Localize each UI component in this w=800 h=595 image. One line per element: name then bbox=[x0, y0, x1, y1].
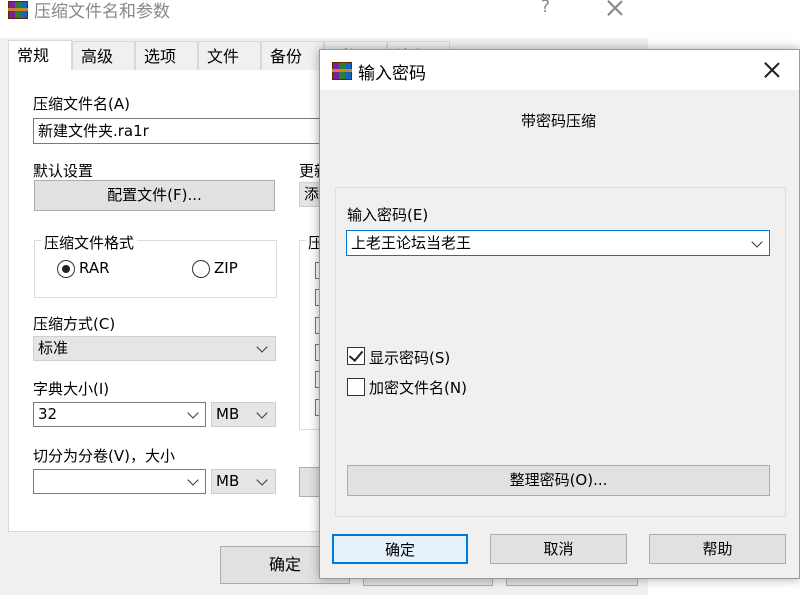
password-label: 输入密码(E) bbox=[347, 206, 429, 224]
password-value: 上老王论坛当老王 bbox=[351, 234, 472, 252]
chevron-down-icon bbox=[751, 236, 763, 248]
compression-method-label: 压缩方式(C) bbox=[33, 315, 116, 333]
chevron-down-icon bbox=[256, 474, 268, 486]
split-unit-value: MB bbox=[216, 472, 240, 490]
chevron-down-icon bbox=[256, 341, 268, 353]
split-size-input[interactable] bbox=[33, 469, 206, 494]
dialog-ok-button[interactable]: 确定 bbox=[332, 534, 468, 564]
dictionary-size-label: 字典大小(I) bbox=[33, 380, 110, 398]
tab-advanced[interactable]: 高级 bbox=[72, 41, 135, 71]
rar-label: RAR bbox=[79, 259, 110, 277]
close-icon[interactable] bbox=[607, 0, 623, 16]
password-input[interactable]: 上老王论坛当老王 bbox=[346, 230, 770, 256]
archive-format-label: 压缩文件格式 bbox=[41, 232, 138, 253]
tab-general[interactable]: 常规 bbox=[8, 40, 72, 71]
chevron-down-icon bbox=[187, 474, 199, 486]
zip-label: ZIP bbox=[214, 259, 238, 277]
rar-radio[interactable] bbox=[57, 260, 75, 278]
show-password-label: 显示密码(S) bbox=[369, 349, 451, 367]
checkmark-icon bbox=[348, 346, 364, 363]
encrypt-filenames-label: 加密文件名(N) bbox=[369, 379, 467, 397]
show-password-checkbox[interactable] bbox=[347, 346, 365, 365]
compression-method-select[interactable]: 标准 bbox=[33, 336, 276, 361]
dictionary-unit-select[interactable]: MB bbox=[211, 402, 276, 427]
winrar-icon bbox=[332, 62, 352, 80]
split-unit-select[interactable]: MB bbox=[211, 469, 276, 494]
organize-passwords-button[interactable]: 整理密码(O)... bbox=[347, 465, 770, 496]
password-dialog: 输入密码 带密码压缩 输入密码(E) 上老王论坛当老王 显示密码(S) 加密文件… bbox=[319, 49, 800, 579]
zip-radio[interactable] bbox=[192, 260, 210, 278]
close-icon[interactable] bbox=[764, 62, 780, 78]
dialog-title-bar: 输入密码 bbox=[320, 50, 799, 90]
encrypt-filenames-checkbox[interactable] bbox=[347, 378, 365, 396]
window-title: 压缩文件名和参数 bbox=[34, 2, 170, 22]
dictionary-size-select[interactable]: 32 bbox=[33, 402, 206, 427]
winrar-icon bbox=[8, 1, 28, 19]
title-bar: 压缩文件名和参数 ? bbox=[0, 0, 648, 38]
split-volumes-label: 切分为分卷(V)，大小 bbox=[33, 447, 175, 465]
archive-name-label: 压缩文件名(A) bbox=[33, 95, 130, 113]
archive-name-input[interactable]: 新建文件夹.ra1r bbox=[33, 118, 353, 144]
chevron-down-icon bbox=[256, 407, 268, 419]
dictionary-unit-value: MB bbox=[216, 405, 240, 423]
dialog-title: 输入密码 bbox=[358, 64, 426, 84]
dialog-subtitle: 带密码压缩 bbox=[521, 112, 597, 130]
dialog-help-button[interactable]: 帮助 bbox=[649, 534, 786, 564]
default-settings-label: 默认设置 bbox=[33, 162, 94, 180]
help-icon[interactable]: ? bbox=[541, 0, 550, 17]
dictionary-size-value: 32 bbox=[38, 405, 58, 423]
profiles-button[interactable]: 配置文件(F)... bbox=[34, 180, 275, 211]
tab-options[interactable]: 选项 bbox=[135, 41, 198, 71]
compression-method-value: 标准 bbox=[38, 339, 69, 357]
dialog-cancel-button[interactable]: 取消 bbox=[490, 534, 627, 564]
tab-files[interactable]: 文件 bbox=[198, 41, 261, 71]
tab-backup[interactable]: 备份 bbox=[261, 41, 324, 71]
chevron-down-icon bbox=[187, 407, 199, 419]
